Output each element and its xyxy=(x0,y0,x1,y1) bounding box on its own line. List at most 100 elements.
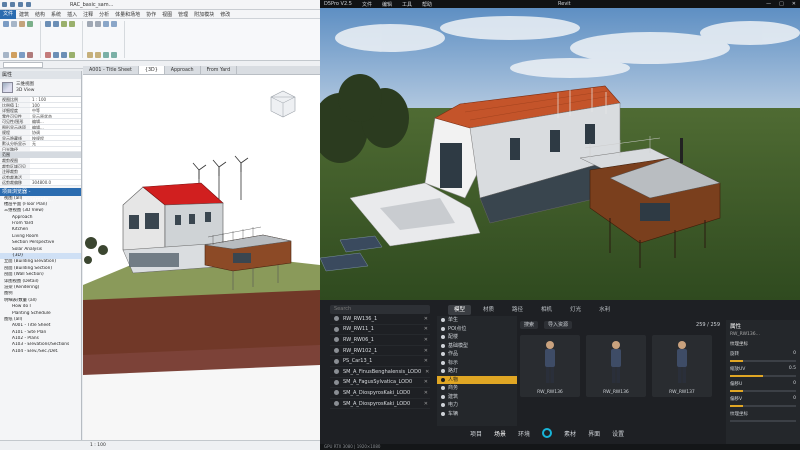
property-value[interactable]: 按规程 xyxy=(30,135,81,140)
d5-viewport[interactable] xyxy=(320,8,800,300)
category-item[interactable]: 单生 xyxy=(437,316,517,325)
revit-menu-item[interactable]: 管理 xyxy=(175,11,191,18)
category-item[interactable]: 人物 xyxy=(437,375,517,384)
revit-menu-item[interactable]: 结构 xyxy=(32,11,48,18)
asset-card[interactable]: RW_RW136 xyxy=(586,335,646,397)
property-value[interactable]: 编辑... xyxy=(30,119,81,124)
eye-icon[interactable] xyxy=(334,390,339,396)
create-group-icon[interactable] xyxy=(103,52,109,58)
layer-row[interactable]: PS_Car13_1 ✕ xyxy=(330,356,430,367)
revit-menu-item[interactable]: 文件 xyxy=(0,9,17,19)
property-value[interactable] xyxy=(30,163,81,168)
eye-icon[interactable] xyxy=(334,358,339,364)
import-resource-button[interactable]: 导入资源 xyxy=(544,320,573,329)
create-icon[interactable] xyxy=(111,52,117,58)
dock-item[interactable]: 素材 xyxy=(564,429,576,438)
d5-menu-edit[interactable]: 编辑 xyxy=(382,1,392,8)
rotate-icon[interactable] xyxy=(53,52,59,58)
property-value[interactable] xyxy=(30,146,81,151)
category-item[interactable]: 商务 xyxy=(437,384,517,393)
layer-search-input[interactable]: Search xyxy=(330,305,430,314)
eye-icon[interactable] xyxy=(334,326,339,332)
attr-slider[interactable] xyxy=(730,420,796,422)
browser-item[interactable]: A103 - Elevations/Sections xyxy=(0,342,81,348)
redo-icon[interactable] xyxy=(18,2,23,7)
cut-icon[interactable] xyxy=(19,21,25,27)
property-value[interactable]: 无 xyxy=(30,141,81,146)
category-item[interactable]: 标示 xyxy=(437,359,517,368)
eye-icon[interactable] xyxy=(334,348,339,354)
property-value[interactable]: 1 : 100 xyxy=(30,97,81,102)
override-icon[interactable] xyxy=(111,21,117,27)
attr-slider[interactable] xyxy=(730,405,796,407)
attr-slider[interactable] xyxy=(730,375,796,377)
resource-tab[interactable]: 路径 xyxy=(506,305,529,315)
options-field[interactable] xyxy=(3,61,43,68)
resource-tab[interactable]: 水利 xyxy=(593,305,616,315)
layer-row[interactable]: RW_RW11_1 ✕ xyxy=(330,325,430,336)
revit-menu-item[interactable]: 插入 xyxy=(64,11,80,18)
view-cube-icon[interactable] xyxy=(270,90,296,118)
revit-menu-item[interactable]: 注释 xyxy=(80,11,96,18)
revit-menu-item[interactable]: 分析 xyxy=(96,11,112,18)
type-selector[interactable]: 三维视图 3D View xyxy=(0,79,81,97)
revit-menu-item[interactable]: 建筑 xyxy=(16,11,32,18)
layer-row[interactable]: RW_RW06_1 ✕ xyxy=(330,335,430,346)
d5-menu-file[interactable]: 文件 xyxy=(362,1,372,8)
d5-menu-help[interactable]: 帮助 xyxy=(422,1,432,8)
dock-item[interactable]: 场景 xyxy=(494,429,506,438)
match-icon[interactable] xyxy=(11,52,17,58)
dock-item[interactable]: 界面 xyxy=(588,429,600,438)
category-item[interactable]: 基础模型 xyxy=(437,342,517,351)
property-value[interactable]: 编辑... xyxy=(30,124,81,129)
mirror-icon[interactable] xyxy=(61,21,67,27)
cope-icon[interactable] xyxy=(19,52,25,58)
layer-row[interactable]: SM_A_DiospyrosKaki_LOD0 ✕ xyxy=(330,399,430,410)
pin-icon[interactable] xyxy=(87,21,93,27)
remove-layer-icon[interactable]: ✕ xyxy=(424,358,428,364)
dimension-icon[interactable] xyxy=(95,52,101,58)
property-value[interactable] xyxy=(30,158,81,163)
resource-tab[interactable]: 材质 xyxy=(477,305,500,315)
paste-icon[interactable] xyxy=(11,21,17,27)
remove-layer-icon[interactable]: ✕ xyxy=(424,316,428,322)
category-item[interactable]: 作品 xyxy=(437,350,517,359)
array-icon[interactable] xyxy=(69,52,75,58)
category-item[interactable]: 路灯 xyxy=(437,367,517,376)
layer-row[interactable]: SM_A_DiospyrosKaki_LOD0 ✕ xyxy=(330,388,430,399)
remove-layer-icon[interactable]: ✕ xyxy=(424,348,428,354)
asset-search-input[interactable]: 搜索 xyxy=(520,320,539,329)
revit-model-canvas[interactable] xyxy=(83,75,320,440)
move-icon[interactable] xyxy=(69,21,75,27)
eye-icon[interactable] xyxy=(334,379,339,385)
revit-menu-item[interactable]: 视图 xyxy=(159,11,175,18)
remove-layer-icon[interactable]: ✕ xyxy=(424,337,428,343)
attr-slider[interactable] xyxy=(730,360,796,362)
remove-layer-icon[interactable]: ✕ xyxy=(424,379,428,385)
asset-card[interactable]: RW_RW136 xyxy=(520,335,580,397)
revit-menu-item[interactable]: 协作 xyxy=(143,11,159,18)
revit-3d-view[interactable]: A001 - Title Sheet {3D} Approach From Yard xyxy=(83,66,320,440)
layer-row[interactable]: SM_A_FinusBenghalensis_LOD0 ✕ xyxy=(330,367,430,378)
attr-value[interactable]: 0 xyxy=(793,351,796,356)
resource-tab[interactable]: 灯光 xyxy=(564,305,587,315)
save-icon[interactable] xyxy=(2,2,7,7)
remove-layer-icon[interactable]: ✕ xyxy=(424,390,428,396)
d5-menu-tools[interactable]: 工具 xyxy=(402,1,412,8)
minimize-icon[interactable]: — xyxy=(766,1,771,7)
category-item[interactable]: 建筑 xyxy=(437,393,517,402)
attr-value[interactable]: 0 xyxy=(793,396,796,401)
view-tab[interactable]: A001 - Title Sheet xyxy=(83,66,139,74)
copy-icon[interactable] xyxy=(3,52,9,58)
eye-icon[interactable] xyxy=(334,337,339,343)
view-tab[interactable]: From Yard xyxy=(201,66,238,74)
category-item[interactable]: POI点位 xyxy=(437,325,517,334)
category-item[interactable]: 车辆 xyxy=(437,410,517,419)
attr-value[interactable]: 0.5 xyxy=(789,366,796,371)
modify-icon[interactable] xyxy=(3,21,9,27)
layer-row[interactable]: RW_RW102_1 ✕ xyxy=(330,346,430,357)
revit-menu-item[interactable]: 修改 xyxy=(217,11,233,18)
close-icon[interactable]: ✕ xyxy=(792,1,796,7)
offset-icon[interactable] xyxy=(53,21,59,27)
browser-item[interactable]: A104 - Elev./Sec./Det. xyxy=(0,349,81,355)
